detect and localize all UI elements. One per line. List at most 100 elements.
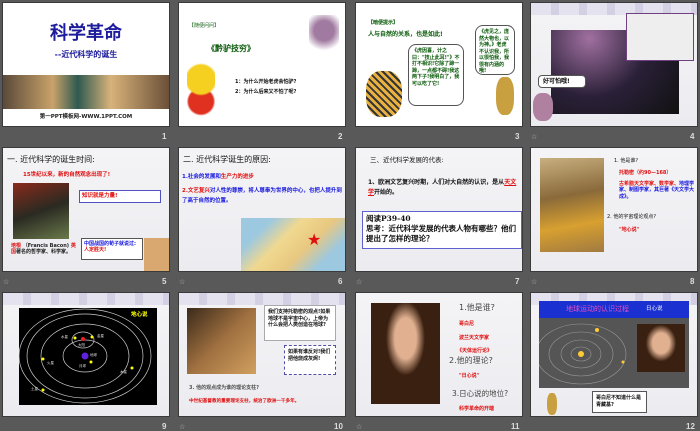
thinking-question: 思考：近代科学发展的代表人物有哪些？他们提出了怎样的理论？ — [366, 223, 516, 243]
slide-tag: 【随便问问】 — [189, 23, 220, 29]
reason-1-b: 生产力的进步 — [220, 174, 254, 180]
question-1: 1.他是谁? — [459, 303, 495, 312]
slide-thumbnail-8[interactable]: 1. 他是谁? 托勒密（约90—168） 古希腊天文学家、数学家、地理学家、制图… — [530, 147, 698, 272]
bacon-desc: 著名的哲学家、科学家。 — [16, 249, 72, 256]
animation-icon: ☆ — [356, 423, 363, 431]
reason-1: 1.社会的发展和生产力的进步 — [182, 174, 254, 181]
slide-number: 6 — [338, 277, 343, 286]
label-moon: 月球 — [79, 364, 86, 368]
animation-icon: ☆ — [3, 278, 10, 286]
slide-thumbnail-7[interactable]: 三、近代科学发展的代表: 1、欧洲文艺复兴时期，人们对大自然的认识，是从天文学开… — [355, 147, 523, 272]
slide-subtitle: --近代科学的诞生 — [54, 50, 118, 59]
slide-text: 15世纪以来，新的自然观念出现了! — [23, 172, 111, 178]
slide-thumbnail-12[interactable]: 地球运动的认识过程 日心说 哥白尼不知道什么是青藏基? — [530, 292, 698, 417]
banner-subtitle: 日心说 — [646, 306, 663, 312]
slide-thumbnail-10[interactable]: 我们支持托勒密的观点!如果地球不是宇宙中心，上帝为什么会把人类创造在地球? 如果… — [178, 292, 346, 417]
reason-1-a: 1.社会的发展和 — [182, 174, 221, 180]
bacon-portrait — [13, 183, 69, 239]
tiger-speech-bubble: 《虎因喜，计之曰："技止此耳!"》不打不相识!它除了蹄一蹄，一点都不碍!我这两下… — [408, 44, 464, 106]
slide-number: 7 — [515, 277, 520, 286]
slide-heading: 三、近代科学发展的代表: — [370, 156, 444, 164]
slide-number: 12 — [686, 422, 695, 431]
label-jupiter: 木星 — [120, 370, 127, 374]
slide-thumbnail-6[interactable]: 二. 近代科学诞生的原因: 1.社会的发展和生产力的进步 2.文艺复兴对人性的尊… — [178, 147, 346, 272]
xunzi-portrait — [144, 238, 169, 271]
reason-2-a: 2.文艺复兴 — [182, 188, 210, 194]
text-part: 1、欧洲文艺复兴时期，人们对大自然的认识，是从 — [368, 179, 505, 186]
slide-thumbnail-9[interactable]: 地心说 水星 金星 太阳 地球 月球 火星 木星 土星 — [2, 292, 170, 417]
speech-bubble: 好可怕哦! — [538, 75, 586, 88]
speech-bubble: 哥白尼不知道什么是青藏基? — [592, 391, 647, 413]
animation-icon: ☆ — [179, 423, 186, 431]
label-earth: 地球 — [90, 353, 97, 357]
question: 3. 他的观点成为谁的理论支柱? — [189, 385, 260, 391]
painting-image — [3, 75, 169, 109]
slide-number: 9 — [162, 422, 167, 431]
slide-heading: 《黔驴技穷》 — [207, 44, 255, 53]
slide-thumbnail-11[interactable]: 1.他是谁? 哥白尼 波兰天文学家 《天体运行论》 2.他的理论? "日心说" … — [355, 292, 523, 417]
slide-heading: 人与自然的关系，也是如此! — [368, 31, 443, 38]
question-2: 2.他的理论? — [449, 356, 493, 365]
slide-number: 1 — [162, 132, 167, 141]
question-2: 2. 他的宇宙理论观点? — [607, 214, 657, 220]
slide-thumbnail-1[interactable]: 科学革命 --近代科学的诞生 第一PPT模板网-WWW.1PPT.COM — [2, 2, 170, 127]
slide-number: 3 — [515, 132, 520, 141]
label-saturn: 土星 — [31, 387, 38, 391]
diagram-title: 地心说 — [131, 312, 148, 318]
ptolemy-desc: 古希腊天文学家、数学家、地理学家、制图学家，其巨著《天文学大成》。 — [619, 181, 697, 200]
slide-number: 2 — [338, 132, 343, 141]
slide-heading: 一. 近代科学的诞生时间: — [7, 155, 95, 164]
slide-tag: 【暗便提示】 — [368, 20, 399, 26]
donkey-image — [533, 93, 553, 121]
animation-icon: ☆ — [531, 133, 538, 141]
decorative-border — [3, 293, 169, 305]
question-1: 1：为什么开始老虎会怕驴? — [235, 79, 297, 85]
bacon-caption: 培根 （Francis Bacon) 英国著名的哲学家、科学家。 — [11, 243, 77, 256]
slide-thumbnail-5[interactable]: 一. 近代科学的诞生时间: 15世纪以来，新的自然观念出现了! 知识就是力量! … — [2, 147, 170, 272]
slide-thumbnail-3[interactable]: 【暗便提示】 人与自然的关系，也是如此! 《虎因喜，计之曰："技止此耳!"》不打… — [355, 2, 523, 127]
slide-number: 10 — [334, 422, 343, 431]
copernicus-portrait — [371, 303, 440, 404]
theory: "地心说" — [619, 227, 640, 233]
slide-thumbnail-4[interactable]: 好可怕哦! — [530, 2, 698, 127]
slide-number: 4 — [690, 132, 695, 141]
copernicus-desc: 波兰天文学家 — [459, 335, 490, 341]
europe-map — [241, 218, 345, 271]
question-2: 2：为什么后来又不怕了呢? — [235, 89, 297, 95]
ptolemy-portrait — [540, 158, 604, 252]
text-end: 开始的。 — [374, 188, 399, 196]
answer: 中世纪基督教的重要理论支柱，统治了欧洲一千多年。 — [189, 399, 300, 404]
label-mars: 火星 — [47, 361, 54, 365]
slide-number: 11 — [511, 422, 520, 431]
copernicus-portrait — [637, 324, 685, 372]
slide-footer: 第一PPT模板网-WWW.1PPT.COM — [39, 114, 133, 120]
donkey-image — [309, 15, 339, 60]
china-quote-box: 中国战国的荀子就说过: 人定胜天! — [81, 238, 143, 260]
reading-box: 阅读P39-40 思考：近代科学发展的代表人物有哪些？他们提出了怎样的理论？ — [362, 211, 522, 249]
slide-heading: 二. 近代科学诞生的原因: — [183, 155, 271, 164]
geocentric-diagram: 地心说 水星 金星 太阳 地球 月球 火星 木星 土星 — [18, 308, 157, 405]
donkey-image — [496, 77, 514, 115]
donkey-speech-bubble: 《虎见之，庞然大物也，以为神。》老虎不认识我，所以很怕我，我很有内涵的哦! — [475, 25, 515, 75]
animation-icon: ☆ — [356, 278, 363, 286]
slide-number: 5 — [162, 277, 167, 286]
animation-icon: ☆ — [179, 278, 186, 286]
slide-text: 1、欧洲文艺复兴时期，人们对大自然的认识，是从天文学开始的。 — [368, 178, 518, 197]
china-quote-2: 人定胜天! — [84, 247, 107, 254]
church-painting — [187, 308, 256, 374]
decorative-border — [179, 293, 345, 305]
tiger-image — [187, 63, 215, 118]
status: 科学革命的开端 — [459, 406, 495, 412]
slide-thumbnail-2[interactable]: 【随便问问】 《黔驴技穷》 1：为什么开始老虎会怕驴? 2：为什么后来又不怕了呢… — [178, 2, 346, 127]
sketch-image — [626, 13, 694, 61]
theory: "日心说" — [459, 373, 480, 379]
ptolemy-name: 托勒密（约90—168） — [619, 170, 672, 176]
banner-title: 地球运动的认识过程 — [566, 305, 629, 313]
speech-box-2: 如果有谁反对!我们把他烧成灰烬! — [284, 345, 336, 375]
label-mercury: 水星 — [61, 335, 68, 339]
tiger-image — [366, 71, 402, 117]
copernicus-book: 《天体运行论》 — [457, 348, 493, 354]
donkey-image — [547, 393, 557, 415]
orbit-diagram — [18, 308, 152, 404]
reason-2: 2.文艺复兴对人性的尊崇，将人尊奉为世界的中心，也把人提升到了高于自然的位置。 — [182, 186, 345, 207]
